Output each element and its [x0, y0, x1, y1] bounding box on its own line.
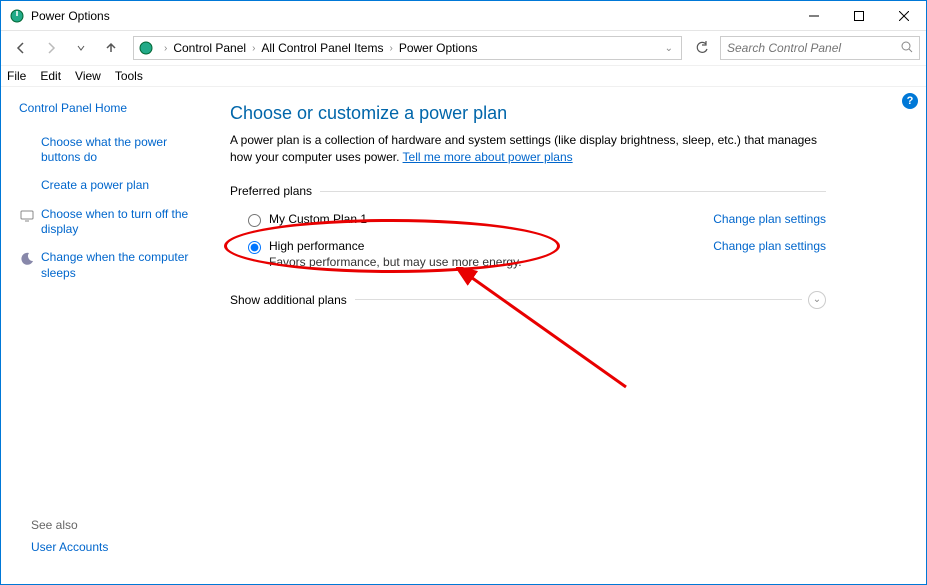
breadcrumb-item[interactable]: All Control Panel Items: [261, 41, 383, 55]
main-panel: Choose or customize a power plan A power…: [216, 87, 926, 584]
chevron-right-icon: ›: [252, 43, 255, 54]
forward-button[interactable]: [37, 34, 65, 62]
change-plan-settings-link[interactable]: Change plan settings: [713, 239, 826, 253]
history-dropdown-icon[interactable]: ⌄: [661, 43, 677, 54]
maximize-button[interactable]: [836, 1, 881, 30]
plan-description: Favors performance, but may use more ene…: [269, 255, 713, 269]
search-icon: [901, 41, 913, 56]
page-heading: Choose or customize a power plan: [230, 103, 826, 124]
menu-view[interactable]: View: [75, 69, 101, 83]
menu-tools[interactable]: Tools: [115, 69, 143, 83]
menu-edit[interactable]: Edit: [40, 69, 61, 83]
see-also-label: See also: [31, 518, 108, 532]
sidebar-link-turn-off-display[interactable]: Choose when to turn off the display: [41, 207, 206, 238]
see-also-section: See also User Accounts: [31, 518, 108, 568]
plan-my-custom: My Custom Plan 1 Change plan settings: [230, 206, 826, 233]
up-button[interactable]: [97, 34, 125, 62]
moon-icon: [19, 251, 35, 267]
control-panel-home-link[interactable]: Control Panel Home: [19, 101, 206, 117]
plan-radio-my-custom[interactable]: [248, 214, 261, 227]
plan-radio-high-performance[interactable]: [248, 241, 261, 254]
title-bar: Power Options: [1, 1, 926, 31]
display-icon: [19, 208, 35, 224]
plan-name: High performance: [269, 239, 713, 253]
minimize-button[interactable]: [791, 1, 836, 30]
sidebar-link-create-plan[interactable]: Create a power plan: [41, 178, 149, 194]
preferred-plans-label: Preferred plans: [230, 184, 826, 198]
recent-locations-dropdown[interactable]: [67, 34, 95, 62]
breadcrumb-item[interactable]: Control Panel: [173, 41, 246, 55]
search-input[interactable]: [727, 41, 913, 55]
plan-high-performance: High performance Favors performance, but…: [230, 233, 826, 275]
change-plan-settings-link[interactable]: Change plan settings: [713, 212, 826, 226]
user-accounts-link[interactable]: User Accounts: [31, 540, 108, 556]
location-icon: [138, 40, 154, 56]
sidebar: Control Panel Home Choose what the power…: [1, 87, 216, 584]
refresh-button[interactable]: [690, 36, 714, 60]
chevron-right-icon: ›: [164, 43, 167, 54]
nav-bar: › Control Panel › All Control Panel Item…: [1, 31, 926, 65]
plan-name: My Custom Plan 1: [269, 212, 713, 226]
window-title: Power Options: [31, 9, 791, 23]
breadcrumb-item[interactable]: Power Options: [399, 41, 478, 55]
window-controls: [791, 1, 926, 30]
chevron-down-icon[interactable]: ⌄: [808, 291, 826, 309]
sidebar-link-computer-sleeps[interactable]: Change when the computer sleeps: [41, 250, 206, 281]
back-button[interactable]: [7, 34, 35, 62]
search-box[interactable]: [720, 36, 920, 60]
show-additional-plans[interactable]: Show additional plans ⌄: [230, 293, 826, 307]
page-description: A power plan is a collection of hardware…: [230, 132, 826, 166]
breadcrumb-bar[interactable]: › Control Panel › All Control Panel Item…: [133, 36, 682, 60]
chevron-right-icon: ›: [389, 43, 392, 54]
annotation-arrow: [456, 267, 636, 397]
power-options-window: Power Options › Control Panel › All Cont…: [0, 0, 927, 585]
app-icon: [9, 8, 25, 24]
menu-bar: File Edit View Tools: [1, 65, 926, 87]
menu-file[interactable]: File: [7, 69, 26, 83]
content-area: ? Control Panel Home Choose what the pow…: [1, 87, 926, 584]
sidebar-link-power-buttons[interactable]: Choose what the power buttons do: [41, 135, 206, 166]
tell-me-more-link[interactable]: Tell me more about power plans: [403, 150, 573, 164]
close-button[interactable]: [881, 1, 926, 30]
